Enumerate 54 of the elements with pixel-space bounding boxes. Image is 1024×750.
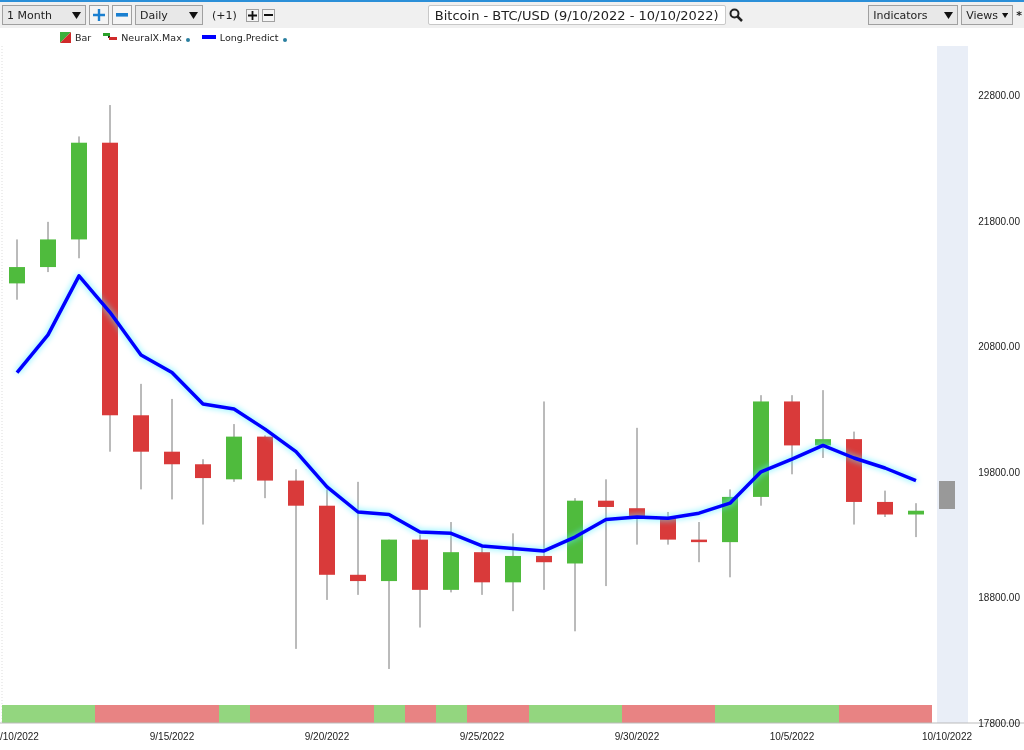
- candlestick: [474, 546, 490, 596]
- candlestick: [40, 221, 56, 273]
- remove-button[interactable]: [261, 8, 275, 22]
- candlestick: [660, 511, 676, 546]
- legend-label: NeuralX.Max: [121, 31, 182, 43]
- zoom-in-button[interactable]: [89, 5, 109, 25]
- candlestick: [691, 521, 707, 563]
- axis-label: 18800.00: [978, 592, 1020, 604]
- plus-icon: [93, 9, 105, 21]
- axis-label: 22800.00: [978, 90, 1020, 101]
- axis-label: 9/25/2022: [459, 731, 505, 742]
- line-legend-icon: [201, 35, 216, 39]
- caret-icon: [1002, 11, 1009, 19]
- axis-label: 10/5/2022: [769, 731, 815, 742]
- candlestick: [443, 521, 459, 593]
- candlestick: [195, 458, 211, 526]
- legend-label: Long.Predict: [219, 31, 279, 43]
- candlestick: [877, 490, 893, 518]
- settings-dot-icon[interactable]: [185, 37, 190, 42]
- caret-icon: [189, 11, 198, 19]
- axis-label: 19800.00: [978, 466, 1020, 478]
- axis-label: 9/20/2022: [304, 731, 350, 742]
- interval-dropdown[interactable]: Daily: [135, 5, 203, 25]
- candlestick: [257, 434, 273, 499]
- candle-legend-icon: [60, 31, 71, 43]
- axis-label: 20800.00: [978, 341, 1020, 353]
- range-dropdown[interactable]: 1 Month: [2, 5, 86, 25]
- axis-label: 10/10/2022: [921, 731, 973, 742]
- indicators-dropdown[interactable]: Indicators: [868, 5, 959, 25]
- axis-label: 9/15/2022: [149, 731, 195, 742]
- candlestick: [908, 502, 924, 538]
- candlestick: [9, 238, 25, 301]
- plus-icon: [247, 10, 257, 20]
- axis-label: /10/2022: [0, 731, 39, 742]
- caret-icon: [944, 11, 954, 19]
- legend-label: Bar: [75, 31, 92, 43]
- zoom-out-button[interactable]: [112, 5, 132, 25]
- offset-label: (+1): [212, 8, 237, 22]
- settings-dot-icon[interactable]: [282, 37, 287, 42]
- axis-label: 21800.00: [978, 215, 1020, 227]
- candlestick: [226, 423, 242, 483]
- add-button[interactable]: [245, 8, 259, 22]
- signal-legend-icon: [103, 33, 118, 41]
- minus-icon: [116, 13, 128, 17]
- views-dropdown[interactable]: Views: [961, 5, 1014, 25]
- forecast-box-drawing: [939, 481, 955, 509]
- caret-icon: [72, 11, 81, 19]
- axis-label: 17800.00: [978, 718, 1020, 729]
- search-icon[interactable]: [728, 8, 743, 22]
- modified-mark: *: [1016, 8, 1022, 22]
- symbol-field[interactable]: Bitcoin - BTC/USD (9/10/2022 - 10/10/2022): [427, 5, 726, 25]
- minus-icon: [263, 13, 273, 17]
- axis-label: 9/30/2022: [614, 731, 660, 742]
- candlestick: [815, 389, 831, 459]
